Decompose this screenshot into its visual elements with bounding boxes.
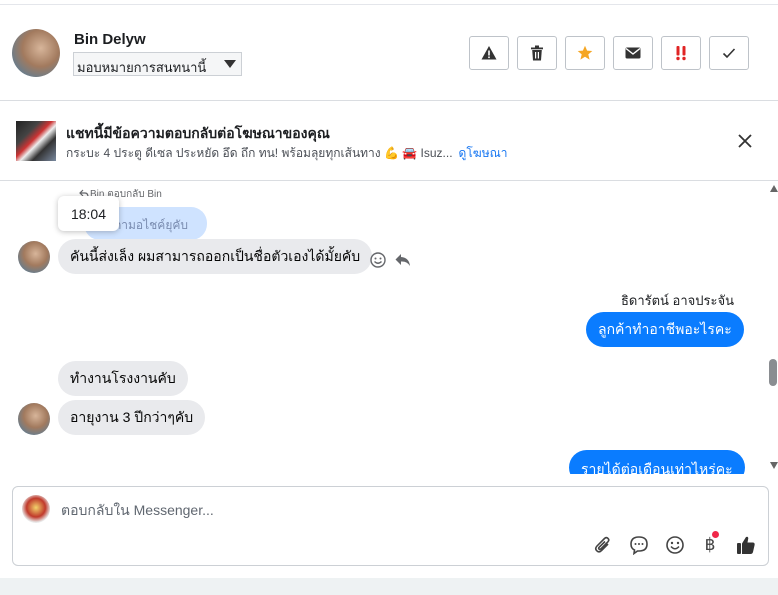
notification-dot [712, 531, 719, 538]
attach-button[interactable] [592, 534, 614, 556]
envelope-icon [625, 47, 641, 59]
message-bubble-incoming[interactable]: คันนี้ส่งเล็ง ผมสามารถออกเป็นชื่อตัวเองไ… [58, 239, 373, 274]
mark-important-button[interactable] [661, 36, 701, 70]
message-composer: ฿ [12, 486, 769, 566]
reply-input[interactable] [61, 500, 751, 520]
thumbs-up-icon [737, 536, 755, 554]
contact-avatar[interactable] [12, 29, 60, 77]
inbox-conversation: Bin Delyw มอบหมายการสนทนานี้ แชทนี้มีข้อ… [0, 0, 778, 595]
emoji-icon [666, 536, 684, 554]
conversation-header: Bin Delyw มอบหมายการสนทนานี้ [0, 5, 778, 101]
warning-icon [481, 46, 497, 60]
message-scrollbar[interactable] [766, 182, 778, 474]
message-bubble-incoming[interactable]: อายุงาน 3 ปีกว่าๆคับ [58, 400, 206, 435]
trash-icon [531, 45, 543, 61]
delete-button[interactable] [517, 36, 557, 70]
message-bubble-incoming[interactable]: ทำงานโรงงานคับ [58, 361, 188, 396]
close-icon[interactable] [736, 132, 754, 150]
saved-reply-button[interactable] [628, 534, 650, 556]
ad-reply-banner: แชทนี้มีข้อความตอบกลับต่อโฆษณาของคุณ กระ… [0, 101, 778, 181]
payment-button[interactable]: ฿ [699, 531, 721, 556]
mark-unread-button[interactable] [613, 36, 653, 70]
message-bubble-outgoing[interactable]: รายได้ต่อเดือนเท่าไหร่คะ [569, 450, 745, 474]
assign-label: มอบหมายการสนทนานี้ [77, 60, 207, 75]
emoji-button[interactable] [664, 534, 686, 556]
like-button[interactable] [735, 534, 757, 556]
react-emoji-icon[interactable] [369, 251, 387, 269]
message-bubble-outgoing[interactable]: ลูกค้าทำอาชีพอะไรคะ [586, 312, 744, 347]
reply-icon[interactable] [394, 251, 412, 269]
report-spam-button[interactable] [469, 36, 509, 70]
star-button[interactable] [565, 36, 605, 70]
scroll-down-arrow-icon[interactable] [770, 462, 778, 469]
ad-thumbnail[interactable] [16, 121, 56, 161]
star-icon [577, 45, 593, 60]
mark-done-button[interactable] [709, 36, 749, 70]
ad-banner-description: กระบะ 4 ประตู ดีเซล ประหยัด อึด ถึก ทน! … [66, 144, 507, 163]
scroll-thumb[interactable] [769, 359, 777, 386]
timestamp-tooltip: 18:04 [58, 196, 119, 231]
checkmark-icon [722, 48, 736, 59]
contact-avatar-small [18, 403, 50, 435]
chevron-down-icon [224, 60, 236, 68]
footer-strip [0, 578, 778, 595]
view-ad-link[interactable]: ดูโฆษณา [459, 146, 508, 160]
scroll-up-arrow-icon[interactable] [770, 185, 778, 192]
baht-icon: ฿ [704, 535, 716, 555]
contact-avatar-small [18, 241, 50, 273]
ad-description-text: กระบะ 4 ประตู ดีเซล ประหยัด อึด ถึก ทน! … [66, 146, 453, 160]
sender-name: ธิดารัตน์ อาจประจัน [620, 293, 734, 308]
message-thread[interactable]: Bin ตอบกลับ Bin ถามอไชค์ยุคับ 18:04 คันน… [0, 182, 778, 474]
ad-banner-title: แชทนี้มีข้อความตอบกลับต่อโฆษณาของคุณ [66, 125, 330, 141]
double-exclamation-icon [676, 46, 686, 61]
page-avatar [22, 495, 50, 523]
assign-conversation-select[interactable]: มอบหมายการสนทนานี้ [73, 52, 242, 76]
chat-bubble-icon [630, 536, 648, 555]
paperclip-icon [594, 536, 610, 553]
contact-name[interactable]: Bin Delyw [74, 31, 146, 48]
